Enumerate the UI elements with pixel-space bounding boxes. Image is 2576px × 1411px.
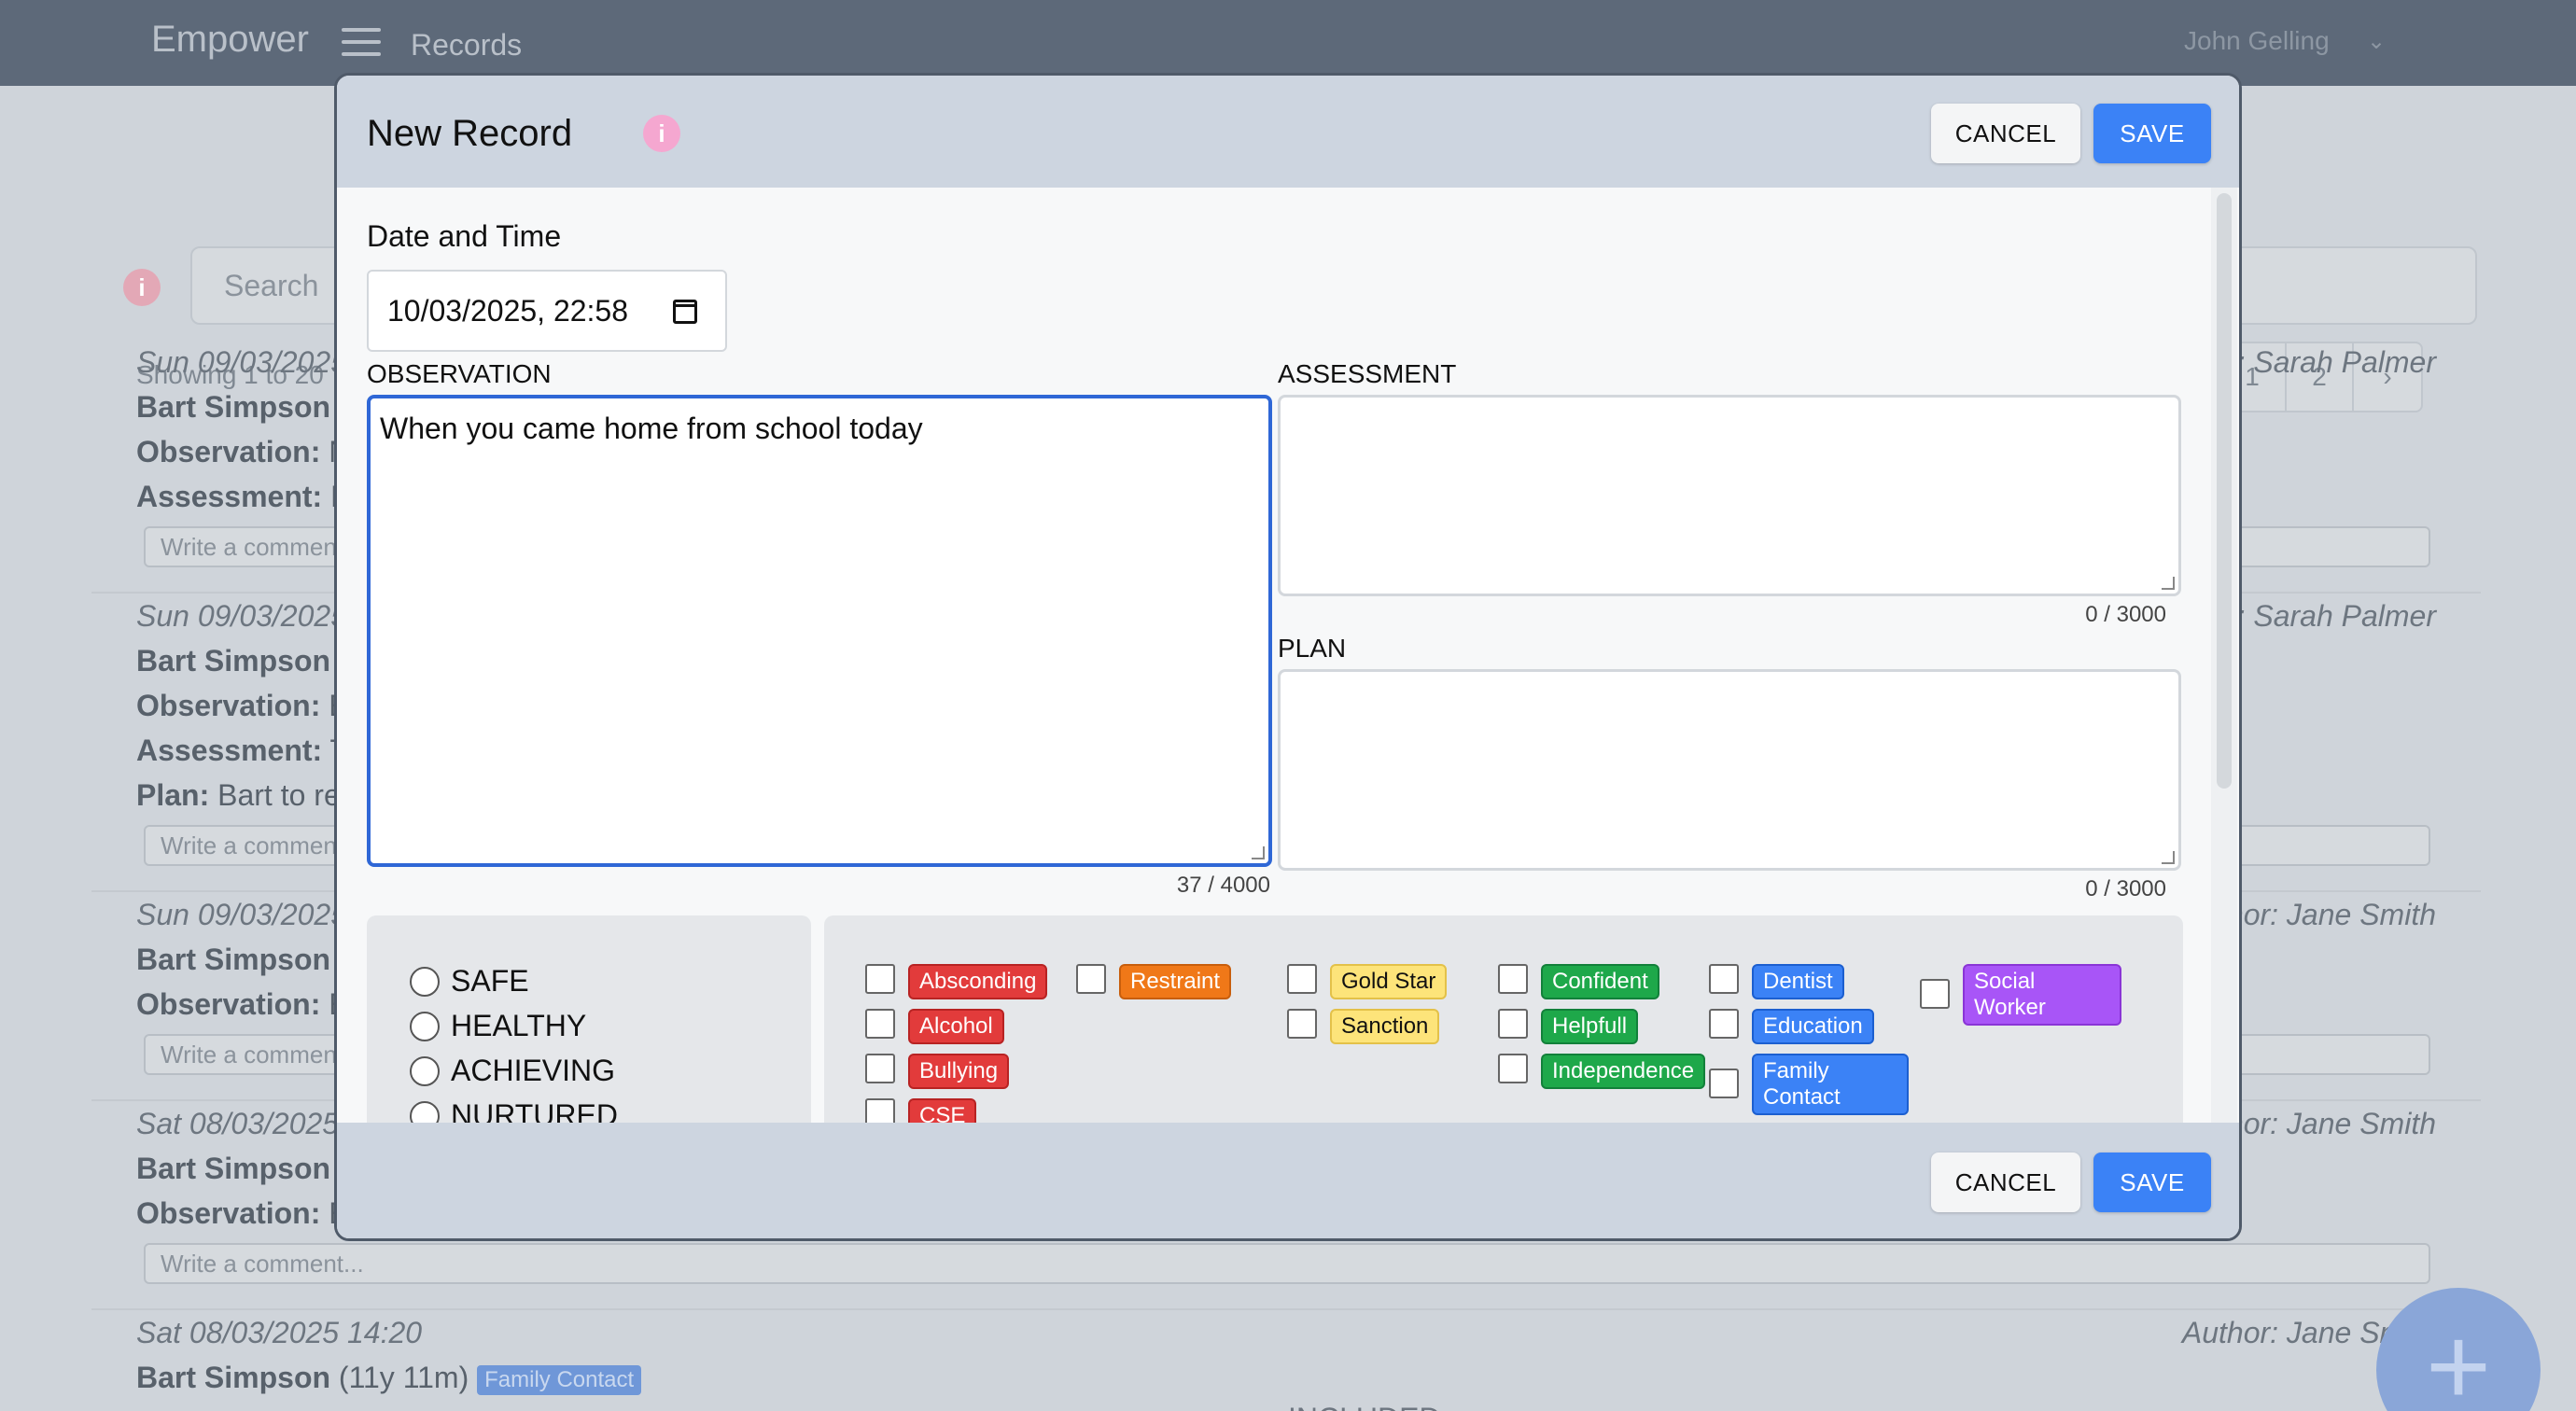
chevron-down-icon[interactable]: ⌄ — [2367, 28, 2386, 55]
plan-textarea[interactable] — [1278, 669, 2181, 871]
observation-label: OBSERVATION — [367, 359, 552, 388]
brand-logo[interactable]: Empower — [151, 19, 309, 61]
observation-textarea[interactable]: When you came home from school today — [367, 395, 1272, 867]
tag-dentist[interactable]: Dentist — [1709, 964, 1844, 999]
status-label: INCLUDED — [1288, 1402, 1441, 1411]
footer-save-button[interactable]: SAVE — [2093, 1153, 2211, 1212]
info-icon[interactable]: i — [643, 115, 680, 152]
menu-icon[interactable] — [342, 28, 381, 56]
resize-handle[interactable] — [2162, 851, 2175, 864]
tag-helpfull[interactable]: Helpfull — [1498, 1009, 1639, 1044]
tag-social-worker[interactable]: Social Worker — [1920, 964, 2121, 1026]
date-label: Date and Time — [367, 219, 562, 253]
date-time-input[interactable]: 10/03/2025, 22:58 — [367, 270, 727, 352]
resize-handle[interactable] — [2162, 577, 2175, 590]
footer-cancel-button[interactable]: CANCEL — [1931, 1153, 2080, 1212]
resize-handle[interactable] — [1252, 846, 1265, 859]
modal-footer: CANCEL SAVE — [337, 1123, 2239, 1238]
tag-independence[interactable]: Independence — [1498, 1054, 1706, 1089]
calendar-icon[interactable] — [673, 300, 697, 324]
scrollbar-thumb[interactable] — [2217, 193, 2232, 789]
outcome-achieving[interactable]: ACHIEVING — [410, 1054, 615, 1088]
tag-restraint[interactable]: Restraint — [1076, 964, 1232, 999]
tag-gold-star[interactable]: Gold Star — [1287, 964, 1448, 999]
tag-family-contact[interactable]: Family Contact — [1709, 1054, 1909, 1115]
info-icon[interactable]: i — [123, 269, 161, 306]
tag-sanction[interactable]: Sanction — [1287, 1009, 1440, 1044]
save-button[interactable]: SAVE — [2093, 104, 2211, 163]
tag-confident[interactable]: Confident — [1498, 964, 1659, 999]
cancel-button[interactable]: CANCEL — [1931, 104, 2080, 163]
tag-alcohol[interactable]: Alcohol — [865, 1009, 1004, 1044]
nav-records[interactable]: Records — [411, 28, 522, 63]
record-item[interactable]: Sat 08/03/2025 14:20 Bart Simpson (11y 1… — [91, 1312, 2481, 1411]
plan-counter: 0 / 3000 — [2085, 876, 2166, 901]
assessment-counter: 0 / 3000 — [2085, 602, 2166, 627]
outcome-safe[interactable]: SAFE — [410, 964, 529, 999]
outcome-healthy[interactable]: HEALTHY — [410, 1009, 586, 1043]
tag-absconding[interactable]: Absconding — [865, 964, 1048, 999]
modal-title: New Record — [367, 113, 573, 154]
plan-label: PLAN — [1278, 634, 1347, 663]
comment-input[interactable]: Write a comment... — [144, 1243, 2430, 1284]
tags-panel: Absconding Alcohol Bullying CSE Restrain… — [824, 915, 2183, 1123]
user-menu[interactable]: John Gelling — [2184, 26, 2330, 56]
assessment-label: ASSESSMENT — [1278, 359, 1457, 388]
modal-header: New Record i CANCEL SAVE — [337, 76, 2239, 188]
modal-body: Date and Time 10/03/2025, 22:58 OBSERVAT… — [337, 188, 2239, 1123]
family-contact-badge: Family Contact — [477, 1364, 642, 1395]
outcomes-panel: SAFE HEALTHY ACHIEVING NURTURED — [367, 915, 811, 1123]
tag-cse[interactable]: CSE — [865, 1098, 977, 1123]
tag-education[interactable]: Education — [1709, 1009, 1874, 1044]
observation-counter: 37 / 4000 — [1176, 873, 1270, 898]
tag-bullying[interactable]: Bullying — [865, 1054, 1010, 1089]
assessment-textarea[interactable] — [1278, 395, 2181, 596]
outcome-nurtured[interactable]: NURTURED — [410, 1098, 618, 1123]
new-record-modal: New Record i CANCEL SAVE Date and Time 1… — [334, 73, 2242, 1241]
